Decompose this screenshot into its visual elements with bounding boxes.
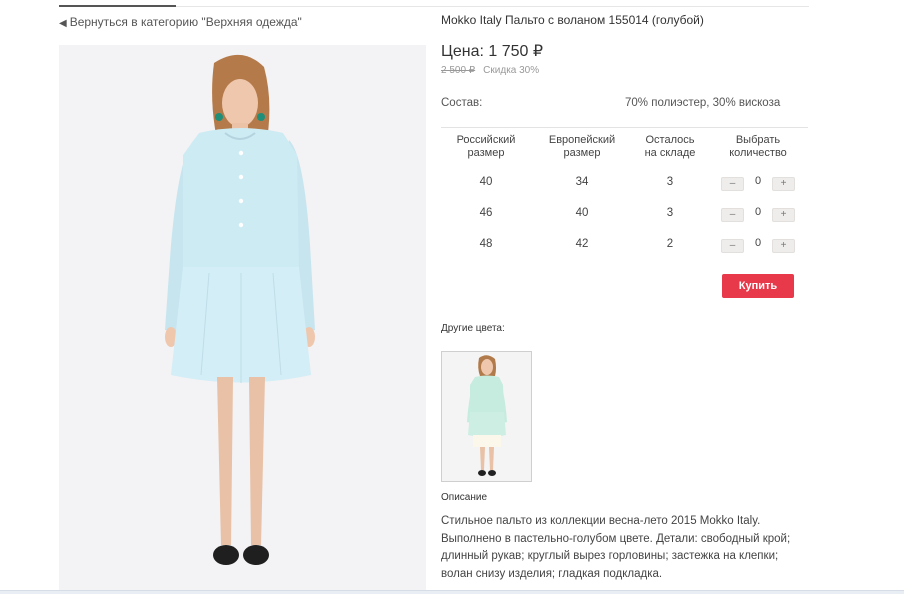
stock-cell: 2 — [666, 238, 674, 250]
ru-size-cell: 48 — [479, 238, 493, 250]
quantity-stepper[interactable]: – 0 + — [721, 235, 795, 253]
description-line: длинный рукав; круглый вырез горловины; … — [441, 550, 779, 562]
quantity-stepper[interactable]: – 0 + — [721, 204, 795, 222]
mint-coat-thumbnail-image — [442, 352, 531, 481]
product-main-photo[interactable] — [59, 45, 426, 594]
other-colors-label: Другие цвета: — [441, 323, 505, 334]
price-value: 1 750 ₽ — [488, 43, 544, 60]
quantity-value[interactable]: 0 — [748, 237, 768, 249]
description-line: Стильное пальто из коллекции весна-лето … — [441, 515, 761, 527]
header-eu-size: Европейский размер — [537, 134, 627, 160]
increase-button[interactable]: + — [772, 239, 795, 253]
eu-size-cell: 42 — [575, 238, 589, 250]
quantity-stepper[interactable]: – 0 + — [721, 173, 795, 191]
header-stock: Осталось на складе — [627, 134, 713, 160]
increase-button[interactable]: + — [772, 208, 795, 222]
arrow-left-icon: ◀ — [59, 18, 67, 29]
top-divider-accent — [59, 5, 176, 7]
increase-button[interactable]: + — [772, 177, 795, 191]
header-quantity-line2: количество — [729, 147, 787, 159]
stock-cell: 3 — [666, 176, 674, 188]
woman-in-coat-illustration — [59, 45, 426, 594]
table-row: 48 42 2 – 0 + — [441, 235, 808, 257]
back-link-label: Вернуться в категорию "Верхняя одежда" — [69, 15, 302, 29]
eu-size-cell: 40 — [575, 207, 589, 219]
table-divider — [441, 127, 808, 128]
table-row: 40 34 3 – 0 + — [441, 173, 808, 195]
header-stock-line2: на складе — [644, 147, 696, 159]
decrease-button[interactable]: – — [721, 177, 744, 191]
product-title: Mokko Italy Пальто с воланом 155014 (гол… — [441, 13, 704, 27]
header-quantity-line1: Выбрать — [735, 134, 781, 146]
eu-size-cell: 34 — [575, 176, 589, 188]
buy-button[interactable]: Купить — [722, 274, 794, 298]
ru-size-cell: 40 — [479, 176, 493, 188]
back-to-category-link[interactable]: ◀ Вернуться в категорию "Верхняя одежда" — [59, 15, 302, 29]
quantity-value[interactable]: 0 — [748, 175, 768, 187]
old-price-row: 2 500 ₽ Скидка 30% — [441, 65, 539, 76]
description-line: волан снизу изделия; гладкая подкладка. — [441, 567, 663, 580]
ru-size-cell: 46 — [479, 207, 493, 219]
header-eu-size-line2: размер — [563, 147, 601, 159]
other-color-thumbnail[interactable] — [441, 351, 532, 482]
decrease-button[interactable]: – — [721, 208, 744, 222]
quantity-value[interactable]: 0 — [748, 206, 768, 218]
price-row: Цена: 1 750 ₽ — [441, 41, 543, 61]
header-stock-line1: Осталось — [645, 134, 695, 146]
composition-value: 70% полиэстер, 30% вискоза — [625, 97, 781, 109]
composition-label: Состав: — [441, 97, 483, 109]
window-bottom-edge — [0, 590, 904, 594]
stock-cell: 3 — [666, 207, 674, 219]
header-ru-size-line2: размер — [467, 147, 505, 159]
description-text: Стильное пальто из коллекции весна-лето … — [441, 513, 811, 583]
header-quantity: Выбрать количество — [713, 134, 803, 160]
decrease-button[interactable]: – — [721, 239, 744, 253]
price-label: Цена: — [441, 43, 484, 60]
header-ru-size-line1: Российский — [456, 134, 516, 146]
table-row: 46 40 3 – 0 + — [441, 204, 808, 226]
discount-label: Скидка 30% — [483, 65, 540, 76]
description-heading: Описание — [441, 492, 488, 503]
header-ru-size: Российский размер — [441, 134, 531, 160]
header-eu-size-line1: Европейский — [548, 134, 616, 146]
description-line: Выполнено в пастельно-голубом цвете. Дет… — [441, 532, 791, 545]
old-price: 2 500 ₽ — [441, 65, 476, 76]
